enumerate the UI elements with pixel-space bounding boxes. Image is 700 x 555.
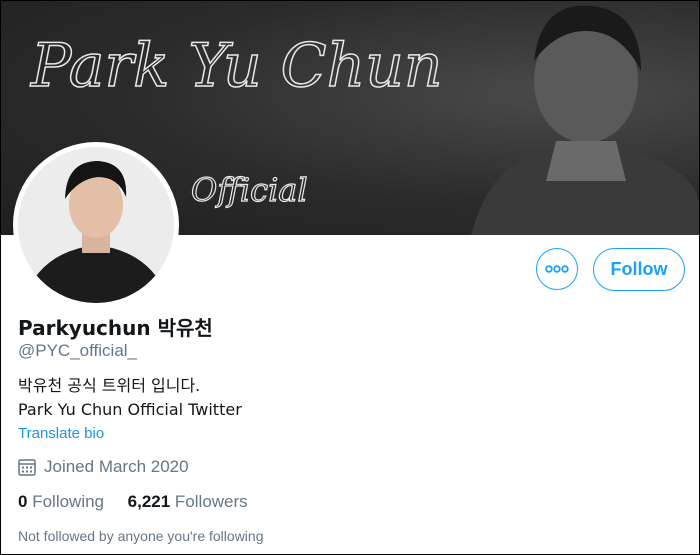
profile-page: Park Yu Chun Official Follow Parkyuchun …	[0, 0, 700, 555]
more-icon	[545, 265, 569, 273]
joined-label: Joined March 2020	[44, 457, 189, 476]
bio-line-korean: 박유천 공식 트위터 입니다.	[18, 376, 201, 395]
banner-script-subtitle: Official	[191, 171, 308, 209]
followers-stat[interactable]: 6,221 Followers	[128, 492, 248, 511]
avatar[interactable]	[18, 147, 174, 303]
display-name: Parkyuchun 박유천	[18, 316, 213, 340]
following-count: 0	[18, 492, 28, 511]
not-followed-notice: Not followed by anyone you're following	[18, 528, 264, 544]
bio-line-english: Park Yu Chun Official Twitter	[18, 400, 242, 419]
followers-count: 6,221	[127, 492, 171, 511]
follow-button[interactable]: Follow	[593, 248, 685, 291]
avatar-photo	[18, 147, 174, 303]
following-stat[interactable]: 0 Following	[18, 492, 104, 511]
user-handle: @PYC_official_	[18, 341, 137, 360]
translate-bio-link[interactable]: Translate bio	[18, 425, 104, 442]
banner-script-title: Park Yu Chun	[30, 31, 443, 101]
followers-label: Followers	[174, 492, 248, 511]
joined-date: Joined March 2020	[18, 457, 189, 477]
calendar-icon	[18, 459, 36, 476]
more-options-button[interactable]	[536, 248, 578, 290]
follow-stats: 0 Following 6,221 Followers	[18, 492, 248, 512]
bio: 박유천 공식 트위터 입니다. Park Yu Chun Official Tw…	[18, 374, 242, 422]
following-label: Following	[32, 492, 105, 511]
